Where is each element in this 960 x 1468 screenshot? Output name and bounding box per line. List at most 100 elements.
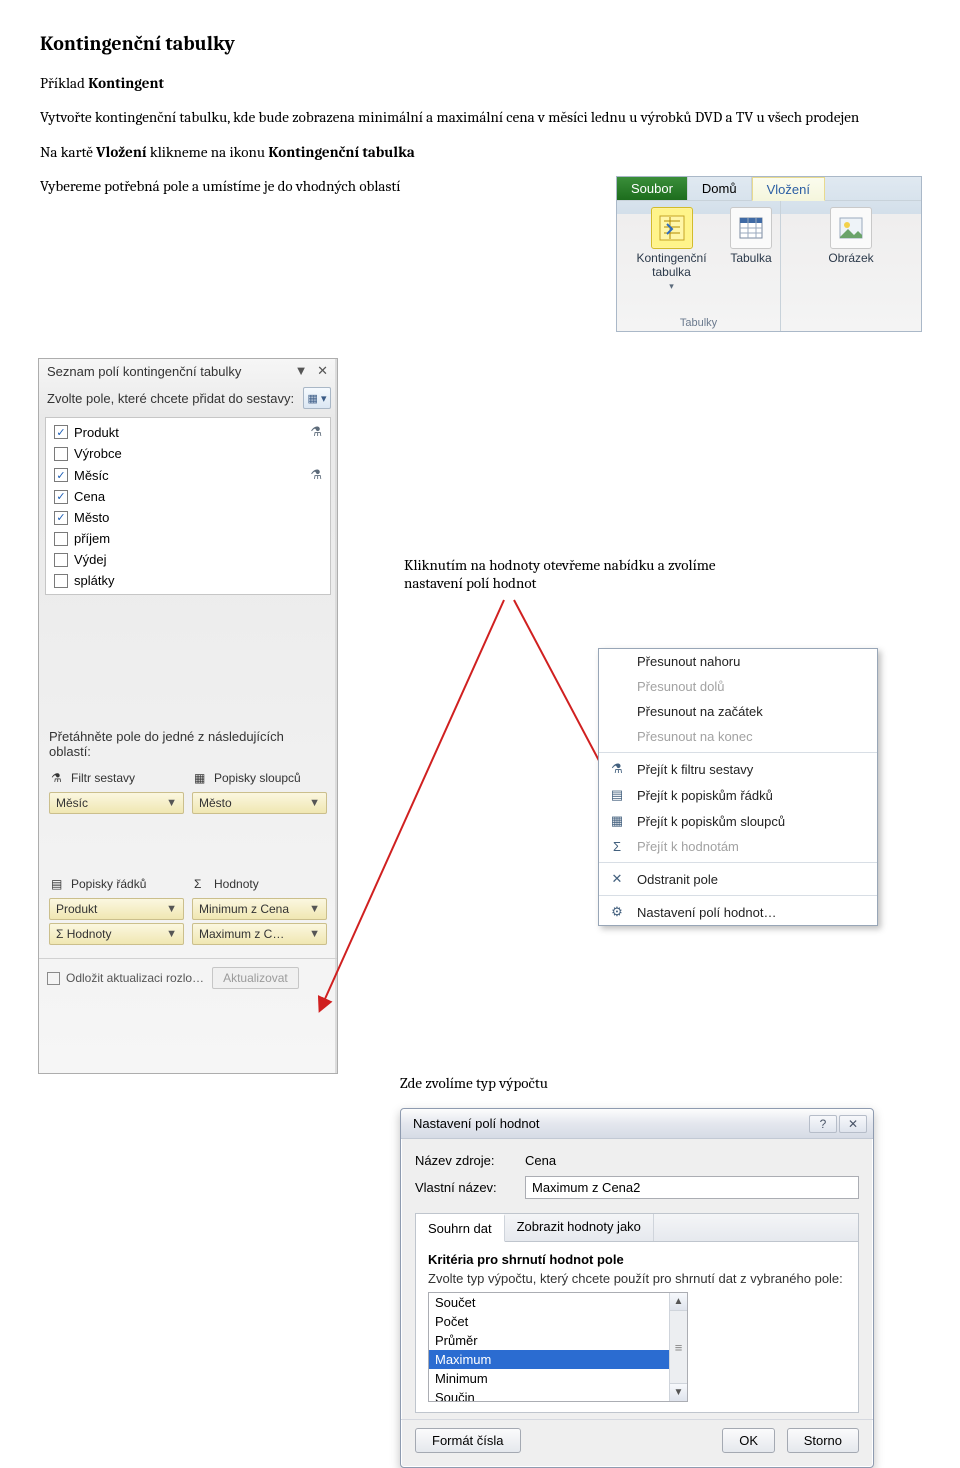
tab-insert[interactable]: Vložení [752, 177, 825, 201]
checkbox-icon[interactable] [54, 490, 68, 504]
checkbox-icon[interactable] [54, 447, 68, 461]
area-row-labels[interactable]: ▤Popisky řádků Produkt▼ Σ Hodnoty▼ [45, 827, 188, 958]
task-paragraph: Vytvořte kontingenční tabulku, kde bude … [40, 107, 920, 127]
step-insert-line: Na kartě Vložení klikneme na ikonu Konti… [40, 142, 920, 162]
example-prefix: Příklad [40, 74, 88, 92]
tab-home[interactable]: Domů [688, 177, 752, 200]
area-label: Hodnoty [214, 877, 259, 891]
opt-soucet[interactable]: Součet [429, 1293, 687, 1312]
tab-file[interactable]: Soubor [617, 177, 688, 200]
scroll-down-icon[interactable]: ▼ [670, 1383, 687, 1401]
checkbox-icon[interactable] [54, 553, 68, 567]
cm-label: Nastavení polí hodnot… [637, 905, 776, 920]
btn-table-label: Tabulka [730, 251, 771, 265]
field-row-splatky[interactable]: splátky [46, 570, 330, 591]
btn-table[interactable]: Tabulka [728, 205, 774, 294]
btn-pivottable-label: Kontingenční tabulka [625, 251, 718, 279]
example-line: Příklad Kontingent [40, 73, 920, 93]
field-label: Cena [74, 489, 322, 504]
custom-name-input[interactable] [525, 1176, 859, 1199]
field-row-mesic[interactable]: Měsíc ⚗ [46, 464, 330, 486]
cm-value-field-settings[interactable]: ⚙Nastavení polí hodnot… [599, 899, 877, 925]
checkbox-icon[interactable] [54, 532, 68, 546]
page-title: Kontingenční tabulky [40, 32, 920, 55]
ann1-line1: Kliknutím na hodnoty otevřeme nabídku a … [404, 556, 804, 574]
tab-summarize[interactable]: Souhrn dat [416, 1214, 505, 1242]
opt-soucin[interactable]: Součin [429, 1388, 687, 1402]
field-row-mesto[interactable]: Město [46, 507, 330, 528]
scroll-up-icon[interactable]: ▲ [670, 1293, 687, 1311]
cm-remove-field[interactable]: ✕Odstranit pole [599, 866, 877, 892]
checkbox-icon[interactable] [54, 574, 68, 588]
cm-label: Přesunout nahoru [637, 654, 740, 669]
defer-update-checkbox[interactable]: Odložit aktualizaci rozlo… [47, 971, 204, 985]
cm-label: Přesunout dolů [637, 679, 724, 694]
field-row-vydej[interactable]: Výdej [46, 549, 330, 570]
columns-icon: ▦ [607, 813, 627, 829]
opt-prumer[interactable]: Průměr [429, 1331, 687, 1350]
cm-to-cols[interactable]: ▦Přejít k popiskům sloupců [599, 808, 877, 834]
checkbox-icon[interactable] [54, 425, 68, 439]
funnel-icon: ⚗ [607, 761, 627, 777]
number-format-button[interactable]: Formát čísla [415, 1428, 521, 1453]
rows-icon: ▤ [607, 787, 627, 803]
area-report-filter[interactable]: ⚗Filtr sestavy Měsíc▼ [45, 765, 188, 827]
field-row-prijem[interactable]: příjem [46, 528, 330, 549]
fieldlist-dropdown-icon[interactable]: ▼ [292, 363, 311, 378]
dialog-titlebar[interactable]: Nastavení polí hodnot ? ✕ [401, 1109, 873, 1139]
cm-to-filter[interactable]: ⚗Přejít k filtru sestavy [599, 756, 877, 782]
opt-minimum[interactable]: Minimum [429, 1369, 687, 1388]
pivot-areas: ⚗Filtr sestavy Měsíc▼ ▦Popisky sloupců M… [39, 765, 337, 958]
function-listbox[interactable]: Součet Počet Průměr Maximum Minimum Souč… [428, 1292, 688, 1402]
chip-hodnoty[interactable]: Σ Hodnoty▼ [49, 923, 184, 945]
cm-to-values: ΣPřejít k hodnotám [599, 834, 877, 859]
opt-pocet[interactable]: Počet [429, 1312, 687, 1331]
area-label: Popisky sloupců [214, 771, 301, 785]
cancel-button[interactable]: Storno [787, 1428, 859, 1453]
btn-pivottable[interactable]: Kontingenční tabulka ▾ [623, 205, 720, 294]
cm-move-down: Přesunout dolů [599, 674, 877, 699]
field-label: Produkt [74, 425, 304, 440]
filter-icon[interactable]: ⚗ [310, 424, 322, 440]
ok-button[interactable]: OK [722, 1428, 775, 1453]
cm-label: Odstranit pole [637, 872, 718, 887]
chip-produkt[interactable]: Produkt▼ [49, 898, 184, 920]
filter-icon[interactable]: ⚗ [310, 467, 322, 483]
cm-move-beginning[interactable]: Přesunout na začátek [599, 699, 877, 724]
field-row-produkt[interactable]: Produkt ⚗ [46, 421, 330, 443]
fieldlist-layout-button[interactable]: ▦ ▾ [303, 387, 331, 409]
pivottable-icon [651, 207, 693, 249]
close-button[interactable]: ✕ [839, 1115, 867, 1133]
criteria-text: Zvolte typ výpočtu, který chcete použít … [428, 1271, 846, 1286]
fieldlist-close-icon[interactable]: ✕ [314, 363, 331, 378]
sigma-icon: Σ [56, 927, 63, 941]
source-name-label: Název zdroje: [415, 1153, 515, 1168]
checkbox-icon[interactable] [54, 511, 68, 525]
checkbox-icon[interactable] [54, 468, 68, 482]
p2b: Vložení [96, 143, 150, 161]
scrollbar[interactable]: ▲ ≡ ▼ [669, 1293, 687, 1401]
help-button[interactable]: ? [809, 1115, 837, 1133]
field-label: Výrobce [74, 446, 322, 461]
scroll-thumb[interactable]: ≡ [675, 1311, 683, 1383]
btn-picture-label: Obrázek [828, 251, 873, 265]
tab-show-as[interactable]: Zobrazit hodnoty jako [505, 1214, 654, 1241]
dialog-tab-container: Souhrn dat Zobrazit hodnoty jako Kritéri… [415, 1213, 859, 1413]
cm-move-up[interactable]: Přesunout nahoru [599, 649, 877, 674]
update-button[interactable]: Aktualizovat [212, 967, 299, 989]
opt-maximum[interactable]: Maximum [429, 1350, 687, 1369]
chevron-down-icon: ▼ [166, 797, 177, 809]
chip-mesic[interactable]: Měsíc▼ [49, 792, 184, 814]
field-label: příjem [74, 531, 322, 546]
area-label: Popisky řádků [71, 877, 146, 891]
menu-separator [599, 752, 877, 753]
field-row-cena[interactable]: Cena [46, 486, 330, 507]
field-label: Město [74, 510, 322, 525]
field-label: Výdej [74, 552, 322, 567]
cm-to-rows[interactable]: ▤Přejít k popiskům řádků [599, 782, 877, 808]
source-name-value: Cena [525, 1153, 556, 1168]
table-icon [730, 207, 772, 249]
cm-label: Přejít k hodnotám [637, 839, 739, 854]
field-row-vyrobce[interactable]: Výrobce [46, 443, 330, 464]
btn-picture[interactable]: Obrázek [787, 205, 915, 267]
